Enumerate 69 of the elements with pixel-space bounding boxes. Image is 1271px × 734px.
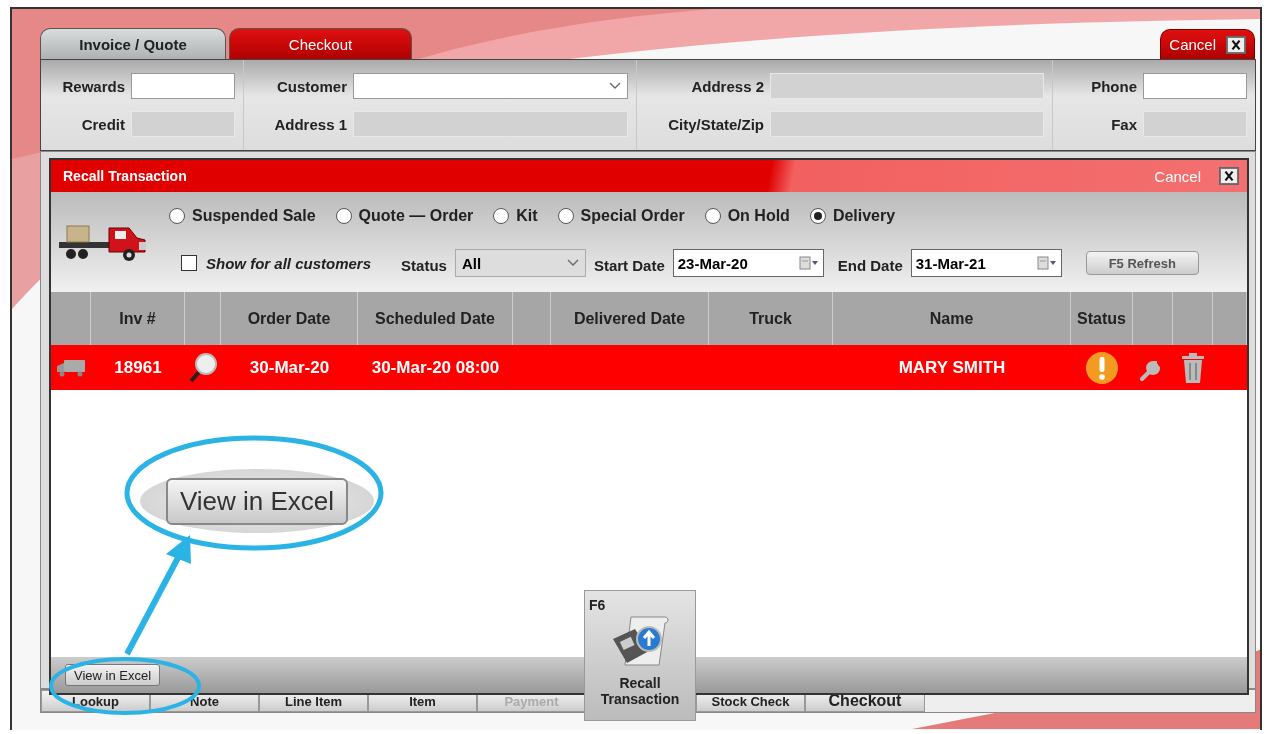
- radio-option[interactable]: Kit: [493, 207, 538, 225]
- caret-icon: [566, 259, 579, 267]
- input-field[interactable]: [131, 73, 235, 99]
- checkbox-label: Show for all customers: [206, 254, 372, 272]
- cancel-button[interactable]: Cancel: [1160, 29, 1255, 59]
- column-header[interactable]: Name: [833, 292, 1071, 345]
- radio-option[interactable]: Delivery: [809, 207, 896, 225]
- trash-icon: [1180, 351, 1206, 384]
- radio-option[interactable]: Special Order: [557, 207, 685, 225]
- radio-option[interactable]: On Hold: [704, 207, 790, 225]
- field-label: City/State/Zip: [668, 115, 764, 133]
- field-label: Status: [401, 256, 447, 274]
- status-dropdown[interactable]: All: [454, 249, 586, 277]
- cancel-label: Cancel: [1169, 36, 1216, 53]
- calendar-icon: [1036, 256, 1057, 270]
- column-header[interactable]: Status: [1071, 292, 1133, 345]
- view-in-excel-button[interactable]: View in Excel: [65, 664, 161, 686]
- radio-button[interactable]: [557, 208, 574, 224]
- customer-dropdown[interactable]: [353, 73, 628, 99]
- header-cell: [185, 292, 221, 345]
- hotkey-tile[interactable]: F6 Recall Transaction: [584, 590, 696, 721]
- hotkey-label: F6: [589, 597, 606, 613]
- field-label: Customer: [277, 77, 347, 95]
- close-icon: [1226, 35, 1246, 54]
- field-label: Start Date: [593, 256, 665, 274]
- radio-button[interactable]: [704, 208, 721, 224]
- close-icon[interactable]: [1219, 167, 1239, 185]
- column-header[interactable]: Scheduled Date: [358, 292, 513, 345]
- radio-button[interactable]: [169, 208, 185, 224]
- magnifier-icon: [187, 351, 219, 384]
- refresh-button[interactable]: F5 Refresh: [1085, 251, 1199, 275]
- tab[interactable]: Invoice / Quote: [40, 28, 226, 59]
- column-header[interactable]: Inv #: [91, 292, 185, 345]
- date-field[interactable]: 31-Mar-21: [910, 249, 1062, 277]
- column-header[interactable]: Delivered Date: [551, 292, 709, 345]
- radio-option[interactable]: Suspended Sale: [169, 207, 316, 225]
- truck-icon: [56, 358, 86, 377]
- hotkey-tile-label: Recall Transaction: [599, 675, 681, 707]
- field-label: End Date: [837, 256, 903, 274]
- field-label: Credit: [81, 115, 125, 133]
- checkbox[interactable]: [181, 255, 197, 271]
- field-label: Address 2: [691, 77, 764, 95]
- field-label: Fax: [1111, 115, 1137, 133]
- table-row[interactable]: 18961 30-Mar-20 30-Mar-20 08:00 MARY SMITH: [51, 345, 1247, 390]
- radio-button[interactable]: [809, 208, 826, 224]
- field-label: Phone: [1091, 77, 1137, 95]
- radio-button[interactable]: [335, 208, 352, 224]
- field-label: Address 1: [274, 115, 347, 133]
- column-header[interactable]: Truck: [709, 292, 833, 345]
- column-header[interactable]: Order Date: [221, 292, 358, 345]
- radio-button[interactable]: [493, 208, 510, 224]
- table-cell-text: 30-Mar-20 08:00: [370, 356, 501, 379]
- caret-icon: [609, 82, 621, 90]
- table-cell-text: 18961: [113, 356, 163, 379]
- header-cell: [1213, 292, 1247, 345]
- header-cell: [51, 292, 91, 345]
- table-cell-text: 30-Mar-20: [248, 356, 331, 379]
- date-field[interactable]: 23-Mar-20: [672, 249, 824, 277]
- header-cell: [1173, 292, 1213, 345]
- tab[interactable]: Checkout: [229, 28, 412, 59]
- warning-icon: [1085, 350, 1119, 385]
- input-field[interactable]: [1143, 73, 1247, 99]
- header-cell: [1133, 292, 1173, 345]
- calendar-icon: [798, 256, 819, 270]
- table-cell-text: MARY SMITH: [897, 356, 1007, 379]
- dialog-title: Recall Transaction: [63, 168, 187, 184]
- header-cell: [513, 292, 551, 345]
- field-label: Rewards: [62, 77, 125, 95]
- radio-option[interactable]: Quote — Order: [335, 207, 474, 225]
